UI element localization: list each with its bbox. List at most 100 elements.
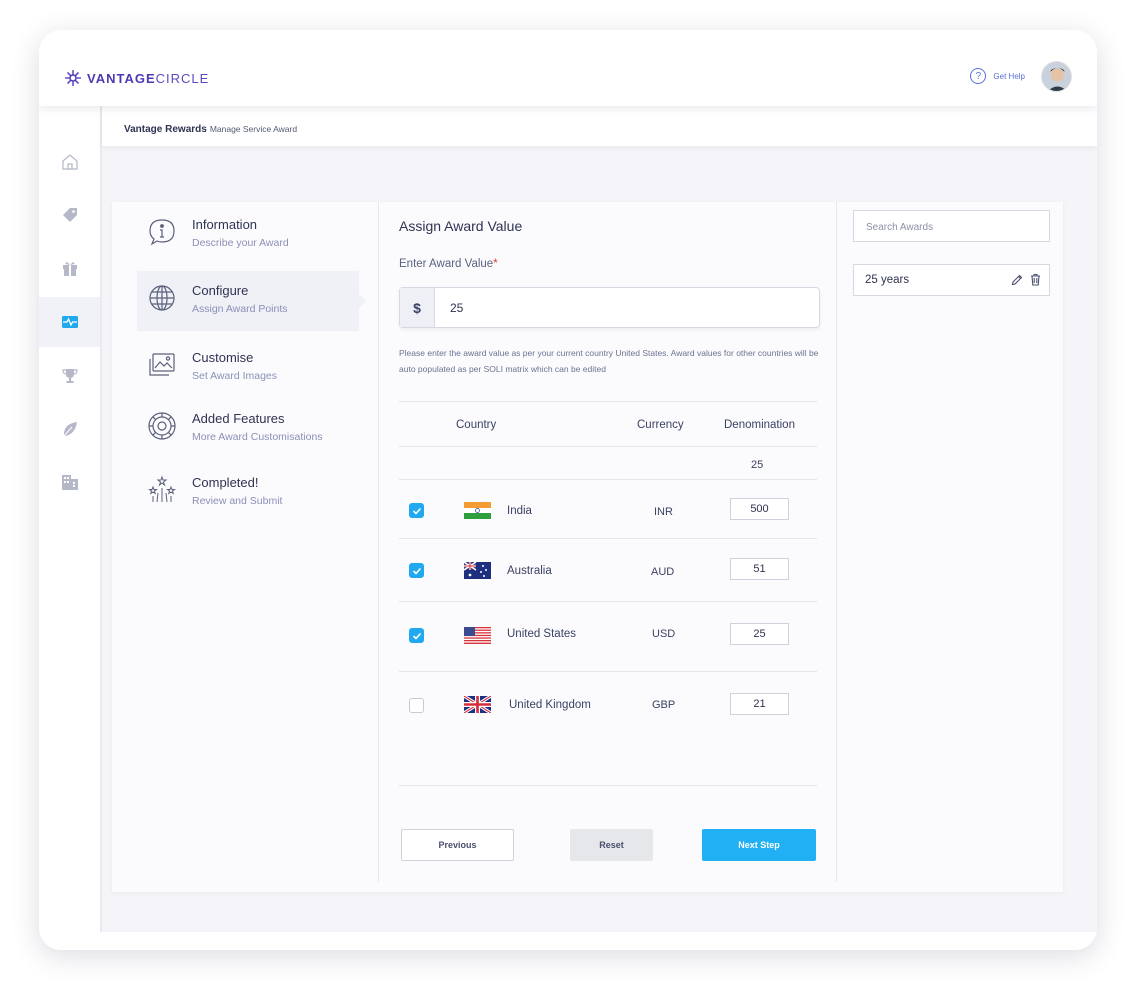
avatar[interactable] — [1041, 61, 1072, 92]
award-item-label: 25 years — [865, 274, 910, 286]
step-title: Completed! — [192, 475, 259, 490]
currency-code: USD — [652, 628, 676, 640]
breadcrumb-section[interactable]: Vantage Rewards — [124, 124, 207, 135]
brand-logo[interactable]: VANTAGECIRCLE — [63, 68, 209, 88]
step-information[interactable]: Information Describe your Award — [137, 205, 359, 265]
step-subtitle: Set Award Images — [192, 370, 278, 382]
previous-button[interactable]: Previous — [401, 829, 514, 861]
home-icon — [61, 154, 78, 170]
sidebar-item-offers[interactable] — [39, 190, 100, 240]
row-checkbox[interactable] — [409, 563, 424, 578]
award-value-form: Assign Award Value Enter Award Value* $ … — [399, 202, 820, 892]
info-bubble-icon — [149, 219, 175, 246]
currency-code: INR — [654, 506, 673, 518]
australia-flag-icon — [464, 562, 491, 579]
table-divider — [399, 538, 817, 539]
main-content: Vantage Rewards Manage Service Award Info… — [102, 106, 1097, 932]
united-kingdom-flag-icon — [464, 696, 491, 713]
images-icon — [149, 353, 175, 376]
app-window: VANTAGECIRCLE ? Get Help Vantage Rewards… — [39, 30, 1097, 950]
award-value-field[interactable]: $ — [399, 287, 820, 328]
divider — [378, 202, 379, 882]
edit-icon[interactable] — [1011, 274, 1023, 286]
denomination-input[interactable]: 500 — [730, 498, 789, 520]
get-help-link[interactable]: ? Get Help — [970, 68, 1025, 84]
denomination-column-header: Denomination — [724, 419, 795, 431]
trash-icon[interactable] — [1030, 273, 1041, 286]
logo-icon — [65, 70, 81, 86]
globe-icon — [149, 285, 175, 311]
check-icon — [412, 567, 421, 575]
step-title: Added Features — [192, 411, 285, 426]
currency-code: AUD — [651, 566, 675, 578]
step-title: Configure — [192, 283, 249, 298]
country-name: United States — [507, 628, 577, 640]
step-subtitle: More Award Customisations — [192, 431, 323, 443]
pulse-icon — [61, 316, 78, 328]
table-divider — [399, 446, 817, 447]
divider — [836, 202, 837, 882]
step-subtitle: Review and Submit — [192, 495, 283, 507]
step-completed[interactable]: Completed! Review and Submit — [137, 463, 359, 523]
step-added-features[interactable]: Added Features More Award Customisations — [137, 399, 359, 459]
step-title: Information — [192, 217, 258, 232]
gift-icon — [62, 262, 77, 276]
country-name: Australia — [507, 565, 552, 577]
search-awards-input[interactable]: Search Awards — [853, 210, 1050, 242]
row-checkbox[interactable] — [409, 628, 424, 643]
currency-code: GBP — [652, 699, 676, 711]
table-divider — [399, 671, 817, 672]
currency-column-header: Currency — [637, 419, 684, 431]
row-checkbox[interactable] — [409, 503, 424, 518]
step-subtitle: Describe your Award — [192, 237, 289, 249]
gear-icon — [148, 412, 176, 440]
leaf-icon — [63, 422, 77, 437]
building-icon — [61, 475, 78, 490]
form-heading: Assign Award Value — [399, 218, 523, 234]
award-value-hint: Please enter the award value as per your… — [399, 348, 819, 374]
fireworks-icon — [148, 475, 176, 503]
sidebar-item-gifts[interactable] — [39, 243, 100, 293]
country-name: United Kingdom — [509, 699, 591, 711]
denomination-input[interactable]: 25 — [730, 623, 789, 645]
denomination-input[interactable]: 51 — [730, 558, 789, 580]
sidebar-item-awards[interactable] — [39, 351, 100, 401]
sidebar-item-company[interactable] — [39, 457, 100, 507]
table-divider — [399, 479, 817, 480]
check-icon — [412, 632, 421, 640]
united-states-flag-icon — [464, 627, 491, 644]
award-list-item[interactable]: 25 years — [853, 264, 1050, 296]
table-divider — [399, 401, 817, 402]
trophy-icon — [61, 369, 78, 383]
award-value-input[interactable] — [450, 301, 750, 315]
step-subtitle: Assign Award Points — [192, 303, 288, 315]
check-icon — [412, 507, 421, 515]
brand-name: VANTAGECIRCLE — [87, 70, 210, 86]
sidebar-item-home[interactable] — [39, 137, 100, 187]
denomination-input[interactable]: 21 — [730, 693, 789, 715]
base-denomination: 25 — [751, 459, 764, 471]
get-help-label: Get Help — [993, 71, 1025, 81]
india-flag-icon — [464, 502, 491, 519]
table-divider — [399, 785, 817, 786]
country-column-header: Country — [456, 419, 497, 431]
wizard-steps: Information Describe your Award Configur… — [112, 202, 378, 892]
award-wizard-card: Information Describe your Award Configur… — [112, 202, 1063, 892]
row-checkbox[interactable] — [409, 698, 424, 713]
reset-button[interactable]: Reset — [570, 829, 653, 861]
sidebar-item-activity[interactable] — [39, 297, 100, 347]
table-divider — [399, 601, 817, 602]
sidebar-item-explore[interactable] — [39, 404, 100, 454]
breadcrumb-page: Manage Service Award — [209, 124, 298, 134]
next-step-button[interactable]: Next Step — [702, 829, 816, 861]
nav-sidebar — [39, 106, 102, 932]
tag-icon — [62, 208, 77, 222]
step-title: Customise — [192, 350, 254, 365]
breadcrumb: Vantage Rewards Manage Service Award — [102, 106, 1097, 146]
top-bar: VANTAGECIRCLE ? Get Help — [39, 30, 1097, 106]
question-icon: ? — [970, 68, 987, 84]
step-customise[interactable]: Customise Set Award Images — [137, 338, 359, 398]
currency-symbol: $ — [400, 288, 435, 327]
country-name: India — [507, 505, 532, 517]
step-configure[interactable]: Configure Assign Award Points — [137, 271, 366, 331]
